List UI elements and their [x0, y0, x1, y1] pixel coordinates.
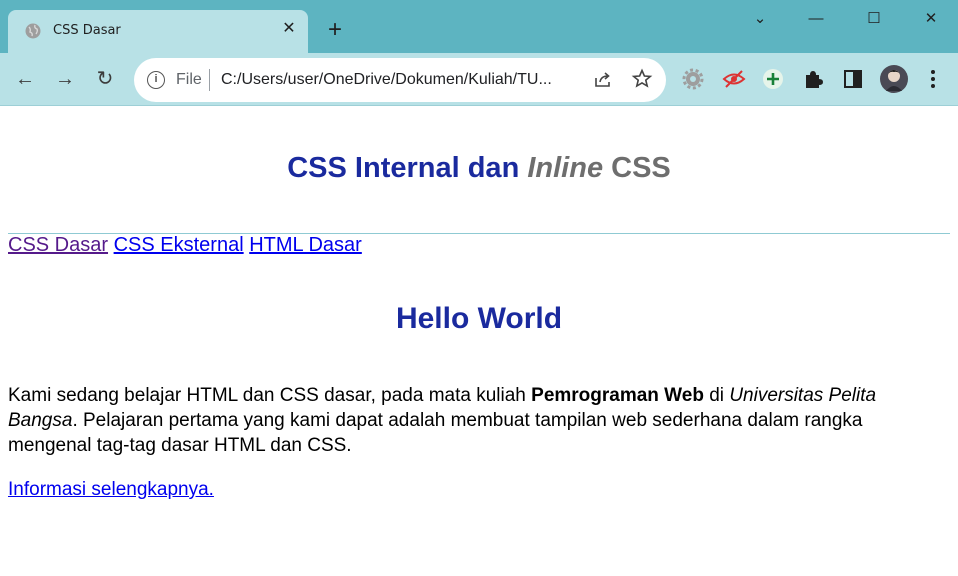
page-title-part2: CSS [603, 152, 671, 184]
tab-title: CSS Dasar [53, 23, 121, 38]
minimize-button[interactable]: — [796, 8, 836, 30]
more-info-link[interactable]: Informasi selengkapnya. [8, 479, 214, 501]
nav-links: CSS Dasar CSS Eksternal HTML Dasar [8, 234, 362, 257]
tab-search-chevron-icon[interactable]: ⌄ [740, 8, 780, 30]
nav-link-css-dasar[interactable]: CSS Dasar [8, 234, 108, 256]
address-url[interactable]: C:/Users/user/OneDrive/Dokumen/Kuliah/TU… [221, 71, 552, 89]
address-divider [209, 69, 210, 91]
paragraph-text-2: di [703, 385, 730, 406]
info-icon[interactable]: i [147, 71, 165, 89]
address-scheme-label: File [176, 71, 202, 88]
star-icon[interactable] [631, 68, 653, 90]
back-button[interactable]: ← [13, 67, 37, 91]
side-panel-icon[interactable] [841, 67, 865, 91]
maximize-button[interactable]: ☐ [854, 8, 894, 30]
paragraph-text-1: Kami sedang belajar HTML dan CSS dasar, … [8, 385, 532, 406]
web-page-content: CSS Internal dan Inline CSS CSS Dasar CS… [0, 107, 958, 576]
paragraph-text-3: . Pelajaran pertama yang kami dapat adal… [8, 410, 863, 456]
hello-heading: Hello World [395, 302, 563, 335]
nav-link-html-dasar[interactable]: HTML Dasar [249, 234, 362, 256]
tab-close-icon[interactable]: ✕ [280, 20, 298, 38]
forward-button[interactable]: → [53, 67, 77, 91]
globe-icon [25, 23, 41, 39]
intro-paragraph: Kami sedang belajar HTML dan CSS dasar, … [8, 383, 938, 458]
browser-tab[interactable]: CSS Dasar ✕ [8, 10, 308, 53]
profile-avatar[interactable] [880, 65, 908, 93]
page-title-part1: CSS Internal dan [287, 152, 528, 184]
share-icon[interactable] [592, 69, 614, 91]
close-window-button[interactable]: ✕ [911, 8, 951, 30]
page-title-italic: Inline [527, 152, 604, 184]
course-name: Pemrograman Web [531, 385, 704, 406]
page-title: CSS Internal dan Inline CSS [0, 152, 958, 185]
nav-link-css-eksternal[interactable]: CSS Eksternal [114, 234, 244, 256]
kebab-menu-icon[interactable] [921, 67, 945, 91]
plus-extension-icon[interactable] [761, 67, 785, 91]
puzzle-icon[interactable] [801, 67, 825, 91]
address-bar[interactable]: i File C:/Users/user/OneDrive/Dokumen/Ku… [134, 58, 666, 102]
browser-tab-strip: CSS Dasar ✕ + ⌄ — ☐ ✕ [0, 0, 958, 53]
hidden-eye-extension-icon[interactable] [722, 67, 746, 91]
reload-button[interactable]: ↻ [93, 67, 117, 91]
new-tab-button[interactable]: + [322, 18, 348, 44]
browser-toolbar: ← → ↻ i File C:/Users/user/OneDrive/Doku… [0, 53, 958, 106]
settings-extension-icon[interactable] [681, 67, 705, 91]
